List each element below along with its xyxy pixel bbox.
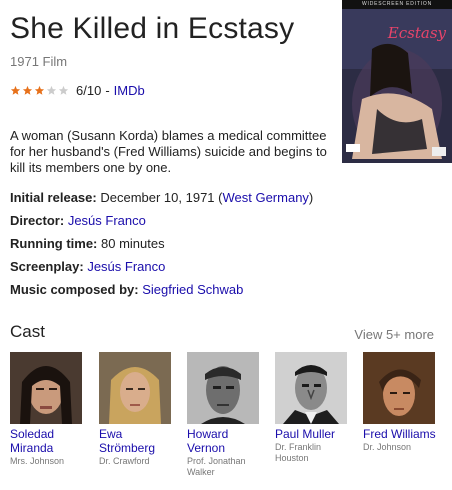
- rating-score: 6/10: [76, 83, 102, 98]
- cast-name[interactable]: Fred Williams: [363, 427, 445, 441]
- cast-photo[interactable]: [275, 352, 347, 424]
- screenplay-link[interactable]: Jesús Franco: [87, 259, 165, 274]
- cast-role: Dr. Franklin Houston: [275, 442, 322, 463]
- cast-role: Prof. Jonathan Walker: [187, 456, 246, 477]
- music-link[interactable]: Siegfried Schwab: [142, 282, 243, 297]
- film-poster[interactable]: WIDESCREEN EDITION Ecstasy: [342, 0, 452, 163]
- star-rating: [10, 85, 70, 96]
- cast-photo[interactable]: [10, 352, 82, 424]
- fact-music: Music composed by: Siegfried Schwab: [10, 282, 244, 297]
- cast-photo[interactable]: [363, 352, 435, 424]
- cast-role: Dr. Johnson: [363, 442, 412, 452]
- cast-member[interactable]: Paul Muller Dr. Franklin Houston: [275, 352, 357, 464]
- imdb-link[interactable]: IMDb: [114, 83, 145, 98]
- cast-member[interactable]: Soledad Miranda Mrs. Johnson: [10, 352, 92, 467]
- cast-name[interactable]: Ewa Strömberg: [99, 427, 181, 455]
- poster-top-text: WIDESCREEN EDITION: [342, 0, 452, 9]
- cast-name[interactable]: Howard Vernon: [187, 427, 269, 455]
- star-icon: [58, 85, 69, 96]
- star-icon: [10, 85, 21, 96]
- rating-separator: -: [105, 83, 110, 98]
- cast-member[interactable]: Fred Williams Dr. Johnson: [363, 352, 445, 453]
- view-more-cast-link[interactable]: View 5+ more: [354, 327, 434, 342]
- film-description: A woman (Susann Korda) blames a medical …: [10, 128, 327, 175]
- fact-screenplay: Screenplay: Jesús Franco: [10, 259, 166, 274]
- film-subtitle: 1971 Film: [10, 54, 68, 69]
- star-icon: [46, 85, 57, 96]
- country-link[interactable]: West Germany: [222, 190, 308, 205]
- cast-role: Dr. Crawford: [99, 456, 150, 466]
- cast-photo[interactable]: [187, 352, 259, 424]
- cast-heading: Cast: [10, 322, 45, 341]
- facts-list: Initial release: December 10, 1971 (West…: [10, 190, 313, 305]
- poster-logo: Ecstasy: [387, 24, 446, 42]
- fact-running-time: Running time: 80 minutes: [10, 236, 165, 251]
- rating-row: 6/10 - IMDb: [10, 83, 145, 98]
- cast-name[interactable]: Soledad Miranda: [10, 427, 92, 455]
- cast-name[interactable]: Paul Muller: [275, 427, 357, 441]
- cast-role: Mrs. Johnson: [10, 456, 65, 466]
- director-link[interactable]: Jesús Franco: [68, 213, 146, 228]
- fact-director: Director: Jesús Franco: [10, 213, 146, 228]
- cast-member[interactable]: Howard Vernon Prof. Jonathan Walker: [187, 352, 269, 478]
- page-title: She Killed in Ecstasy: [10, 12, 295, 45]
- star-icon: [22, 85, 33, 96]
- fact-initial-release: Initial release: December 10, 1971 (West…: [10, 190, 314, 205]
- cast-photo[interactable]: [99, 352, 171, 424]
- star-icon: [34, 85, 45, 96]
- cast-member[interactable]: Ewa Strömberg Dr. Crawford: [99, 352, 181, 467]
